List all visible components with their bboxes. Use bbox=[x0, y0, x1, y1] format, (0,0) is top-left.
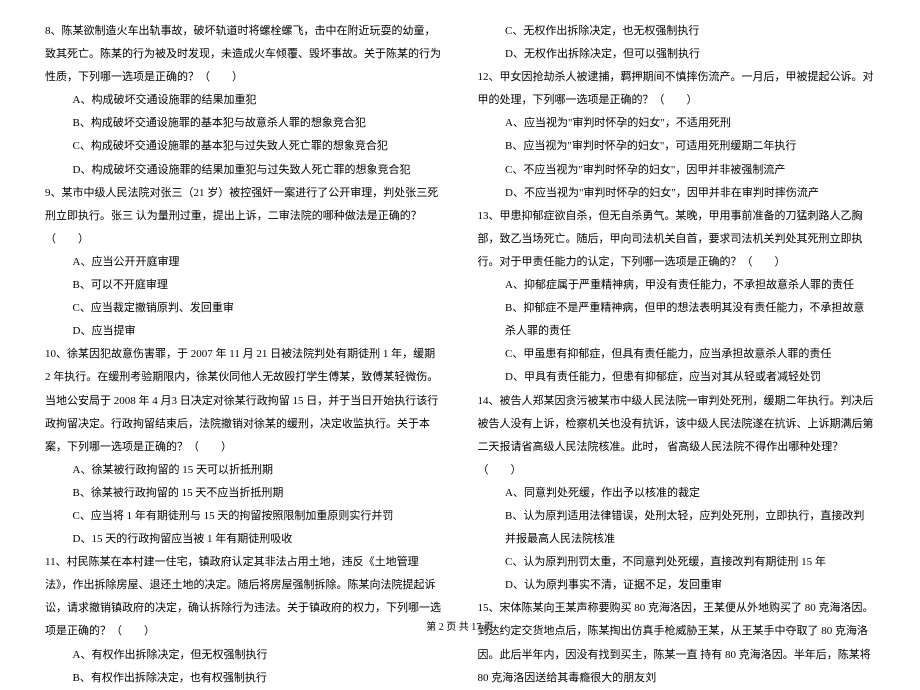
page-footer: 第 2 页 共 17 页 bbox=[0, 617, 920, 638]
q8-option-d: D、构成破坏交通设施罪的结果加重犯与过失致人死亡罪的想象竞合犯 bbox=[45, 159, 443, 182]
q14-option-c: C、认为原判刑罚太重，不同意判处死缓，直接改判有期徒刑 15 年 bbox=[478, 551, 876, 574]
q11-option-a: A、有权作出拆除决定，但无权强制执行 bbox=[45, 644, 443, 667]
left-column: 8、陈某欲制造火车出轨事故，破坏轨道时将螺栓螺飞，击中在附近玩耍的幼童，致其死亡… bbox=[45, 20, 443, 600]
q11-option-d: D、无权作出拆除决定，但可以强制执行 bbox=[478, 43, 876, 66]
q10-option-b: B、徐某被行政拘留的 15 天不应当折抵刑期 bbox=[45, 482, 443, 505]
q9-stem: 9、某市中级人民法院对张三（21 岁）被控强奸一案进行了公开审理，判处张三死刑立… bbox=[45, 182, 443, 251]
q12-stem: 12、甲女因抢劫杀人被逮捕，羁押期间不慎摔伤流产。一月后，甲被提起公诉。对甲的处… bbox=[478, 66, 876, 112]
q15-stem: 15、宋体陈某向王某声称要购买 80 克海洛因，王某便从外地购买了 80 克海洛… bbox=[478, 597, 876, 689]
q8-option-b: B、构成破坏交通设施罪的基本犯与故意杀人罪的想象竞合犯 bbox=[45, 112, 443, 135]
q8-option-a: A、构成破坏交通设施罪的结果加重犯 bbox=[45, 89, 443, 112]
q14-stem: 14、被告人郑某因贪污被某市中级人民法院一审判处死刑，缓期二年执行。判决后被告人… bbox=[478, 390, 876, 482]
q11-option-c: C、无权作出拆除决定，也无权强制执行 bbox=[478, 20, 876, 43]
q13-option-c: C、甲虽患有抑郁症，但具有责任能力，应当承担故意杀人罪的责任 bbox=[478, 343, 876, 366]
q12-option-c: C、不应当视为"审判时怀孕的妇女"，因甲并非被强制流产 bbox=[478, 159, 876, 182]
q13-option-a: A、抑郁症属于严重精神病，甲没有责任能力，不承担故意杀人罪的责任 bbox=[478, 274, 876, 297]
q9-option-d: D、应当提审 bbox=[45, 320, 443, 343]
q13-option-d: D、甲具有责任能力，但患有抑郁症，应当对其从轻或者减轻处罚 bbox=[478, 366, 876, 389]
q14-option-d: D、认为原判事实不清，证据不足，发回重审 bbox=[478, 574, 876, 597]
q14-option-b: B、认为原判适用法律错误，处刑太轻，应判处死刑，立即执行，直接改判并报最高人民法… bbox=[478, 505, 876, 551]
q10-option-d: D、15 天的行政拘留应当被 1 年有期徒刑吸收 bbox=[45, 528, 443, 551]
q9-option-c: C、应当裁定撤销原判、发回重审 bbox=[45, 297, 443, 320]
q13-option-b: B、抑郁症不是严重精神病，但甲的想法表明其没有责任能力，不承担故意杀人罪的责任 bbox=[478, 297, 876, 343]
q9-option-b: B、可以不开庭审理 bbox=[45, 274, 443, 297]
q10-option-a: A、徐某被行政拘留的 15 天可以折抵刑期 bbox=[45, 459, 443, 482]
q12-option-a: A、应当视为"审判时怀孕的妇女"，不适用死刑 bbox=[478, 112, 876, 135]
right-column: C、无权作出拆除决定，也无权强制执行 D、无权作出拆除决定，但可以强制执行 12… bbox=[478, 20, 876, 600]
q13-stem: 13、甲患抑郁症欲自杀，但无自杀勇气。某晚，甲用事前准备的刀猛刺路人乙胸部，致乙… bbox=[478, 205, 876, 274]
q8-option-c: C、构成破坏交通设施罪的基本犯与过失致人死亡罪的想象竞合犯 bbox=[45, 135, 443, 158]
q11-option-b: B、有权作出拆除决定，也有权强制执行 bbox=[45, 667, 443, 690]
q14-option-a: A、同意判处死缓，作出予以核准的裁定 bbox=[478, 482, 876, 505]
q8-stem: 8、陈某欲制造火车出轨事故，破坏轨道时将螺栓螺飞，击中在附近玩耍的幼童，致其死亡… bbox=[45, 20, 443, 89]
q9-option-a: A、应当公开开庭审理 bbox=[45, 251, 443, 274]
q10-option-c: C、应当将 1 年有期徒刑与 15 天的拘留按照限制加重原则实行并罚 bbox=[45, 505, 443, 528]
q10-stem: 10、徐某因犯故意伤害罪，于 2007 年 11 月 21 日被法院判处有期徒刑… bbox=[45, 343, 443, 458]
q12-option-b: B、应当视为"审判时怀孕的妇女"，可适用死刑缓期二年执行 bbox=[478, 135, 876, 158]
q12-option-d: D、不应当视为"审判时怀孕的妇女"，因甲并非在审判时摔伤流产 bbox=[478, 182, 876, 205]
